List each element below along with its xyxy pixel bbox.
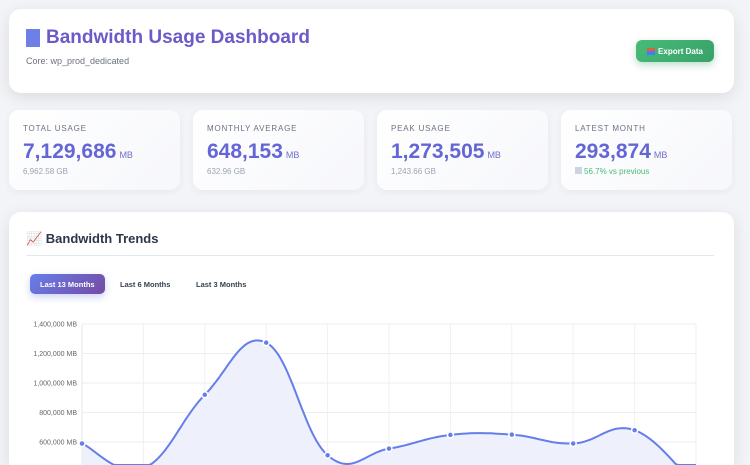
y-tick-label: 1,200,000 MB — [33, 351, 77, 358]
stat-label: MONTHLY AVERAGE — [207, 124, 298, 133]
stat-sub: 6,962.58 GB — [23, 167, 68, 176]
stat-label: TOTAL USAGE — [23, 124, 87, 133]
stat-sub: 632.96 GB — [207, 167, 246, 176]
stat-value: 1,273,505 MB — [391, 140, 501, 164]
stat-card-peak-usage: PEAK USAGE 1,273,505 MB 1,243.66 GB — [377, 110, 548, 190]
inbox-tray-icon — [647, 47, 656, 55]
stat-value: 293,874 MB — [575, 140, 667, 164]
data-point — [569, 439, 577, 448]
y-tick-label: 600,000 MB — [39, 440, 77, 447]
stat-sub: 1,243.66 GB — [391, 167, 436, 176]
stat-value: 648,153 MB — [207, 140, 299, 164]
stat-card-total-usage: TOTAL USAGE 7,129,686 MB 6,962.58 GB — [9, 110, 180, 190]
page-title-text: Bandwidth Usage Dashboard — [46, 27, 310, 48]
stat-number: 293,874 — [575, 140, 651, 163]
y-tick-label: 1,400,000 MB — [33, 322, 77, 329]
bandwidth-chart: 600,000 MB 800,000 MB 1,000,000 MB 1,200,00… — [33, 322, 697, 465]
y-tick-label: 1,000,000 MB — [33, 381, 77, 388]
stat-unit: MB — [285, 150, 300, 160]
stat-label: PEAK USAGE — [391, 124, 451, 133]
stat-number: 1,273,505 — [391, 140, 485, 163]
stat-unit: MB — [653, 150, 668, 160]
header-card: Bandwidth Usage Dashboard Core: wp_prod_… — [9, 9, 734, 93]
data-point — [385, 444, 393, 453]
stat-number: 648,153 — [207, 140, 283, 163]
export-label: Export Data — [658, 46, 703, 56]
data-point — [446, 431, 455, 439]
stat-card-monthly-average: MONTHLY AVERAGE 648,153 MB 632.96 GB — [193, 110, 364, 190]
stat-card-latest-month: LATEST MONTH 293,874 MB 56.7% vs previous — [561, 110, 732, 190]
stat-label: LATEST MONTH — [575, 124, 646, 133]
stat-number: 7,129,686 — [23, 140, 117, 163]
data-point — [323, 451, 332, 460]
data-point — [78, 439, 86, 448]
export-data-button[interactable]: Export Data — [636, 40, 714, 62]
y-tick-label: 800,000 MB — [39, 410, 77, 417]
data-point — [201, 391, 209, 399]
data-point — [508, 430, 516, 439]
bar-chart-icon — [26, 29, 40, 47]
data-point — [630, 426, 639, 434]
core-subtitle: Core: wp_prod_dedicated — [26, 56, 130, 66]
stat-unit: MB — [487, 150, 501, 160]
page-title: Bandwidth Usage Dashboard — [26, 27, 310, 49]
bandwidth-trends-card: 📈 Bandwidth Trends Last 13 Months Last 6… — [9, 212, 734, 465]
data-point — [262, 338, 270, 347]
stat-trend: 56.7% vs previous — [575, 167, 649, 176]
stat-value: 7,129,686 MB — [23, 140, 133, 164]
stat-unit: MB — [119, 150, 133, 160]
chart-decreasing-icon — [575, 167, 582, 174]
trend-text: 56.7% vs previous — [584, 167, 650, 176]
